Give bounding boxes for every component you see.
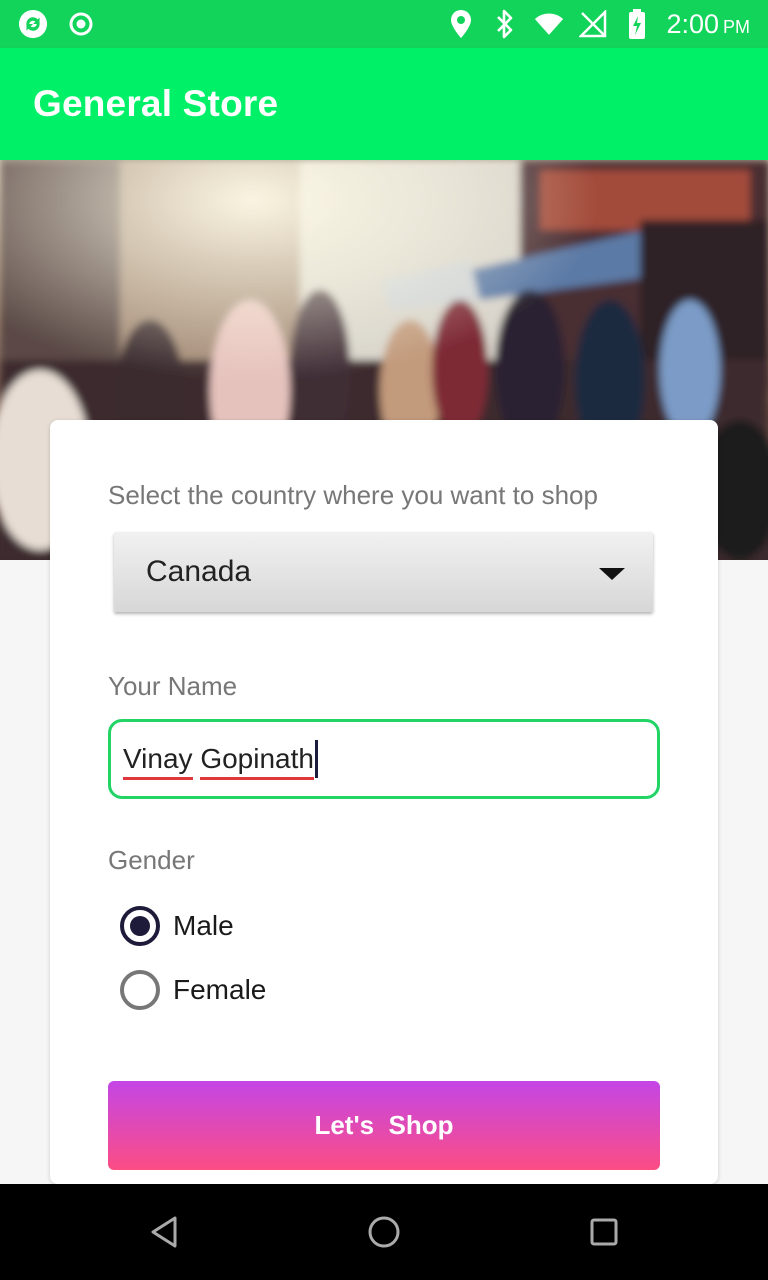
status-bar: 2:00 PM — [0, 0, 768, 48]
name-input-value: Vinay Gopinath — [123, 743, 314, 780]
status-time: 2:00 PM — [666, 9, 750, 40]
name-first: Vinay — [123, 743, 193, 780]
name-last: Gopinath — [200, 743, 314, 780]
spellcheck-underline — [200, 777, 314, 780]
sync-icon — [18, 9, 48, 39]
wifi-icon — [534, 9, 564, 39]
text-cursor — [314, 740, 318, 778]
navigation-bar — [0, 1184, 768, 1280]
status-time-value: 2:00 — [666, 8, 719, 39]
gender-option-female[interactable]: Female — [120, 970, 266, 1010]
form-card: Select the country where you want to sho… — [50, 420, 718, 1184]
record-icon — [66, 9, 96, 39]
recents-icon[interactable] — [584, 1212, 624, 1252]
app-bar: General Store — [0, 48, 768, 160]
name-label: Your Name — [108, 671, 238, 701]
app-title: General Store — [33, 83, 279, 124]
status-time-ampm: PM — [723, 16, 750, 37]
bluetooth-icon — [490, 9, 520, 39]
back-icon[interactable] — [145, 1212, 185, 1252]
gender-option-male-label: Male — [173, 910, 234, 941]
location-icon — [446, 9, 476, 39]
lets-shop-button[interactable]: Let's Shop — [108, 1081, 660, 1170]
gender-label: Gender — [108, 845, 195, 875]
country-dropdown[interactable]: Canada — [114, 532, 653, 612]
screen: 2:00 PM General Store Select the country… — [0, 0, 768, 1280]
name-input[interactable]: Vinay Gopinath — [108, 719, 660, 799]
name-last-text: Gopinath — [200, 743, 314, 774]
no-signal-icon — [578, 9, 608, 39]
name-first-text: Vinay — [123, 743, 193, 774]
battery-charging-icon — [622, 9, 652, 39]
country-selected-value: Canada — [146, 555, 252, 588]
dropdown-arrow-icon — [599, 568, 625, 580]
home-icon[interactable] — [364, 1212, 404, 1252]
gender-option-female-label: Female — [173, 974, 267, 1005]
radio-button-female[interactable] — [120, 970, 160, 1010]
country-label: Select the country where you want to sho… — [108, 480, 598, 510]
radio-button-male[interactable] — [120, 906, 160, 946]
spellcheck-underline — [123, 777, 193, 780]
gender-option-male[interactable]: Male — [120, 906, 234, 946]
